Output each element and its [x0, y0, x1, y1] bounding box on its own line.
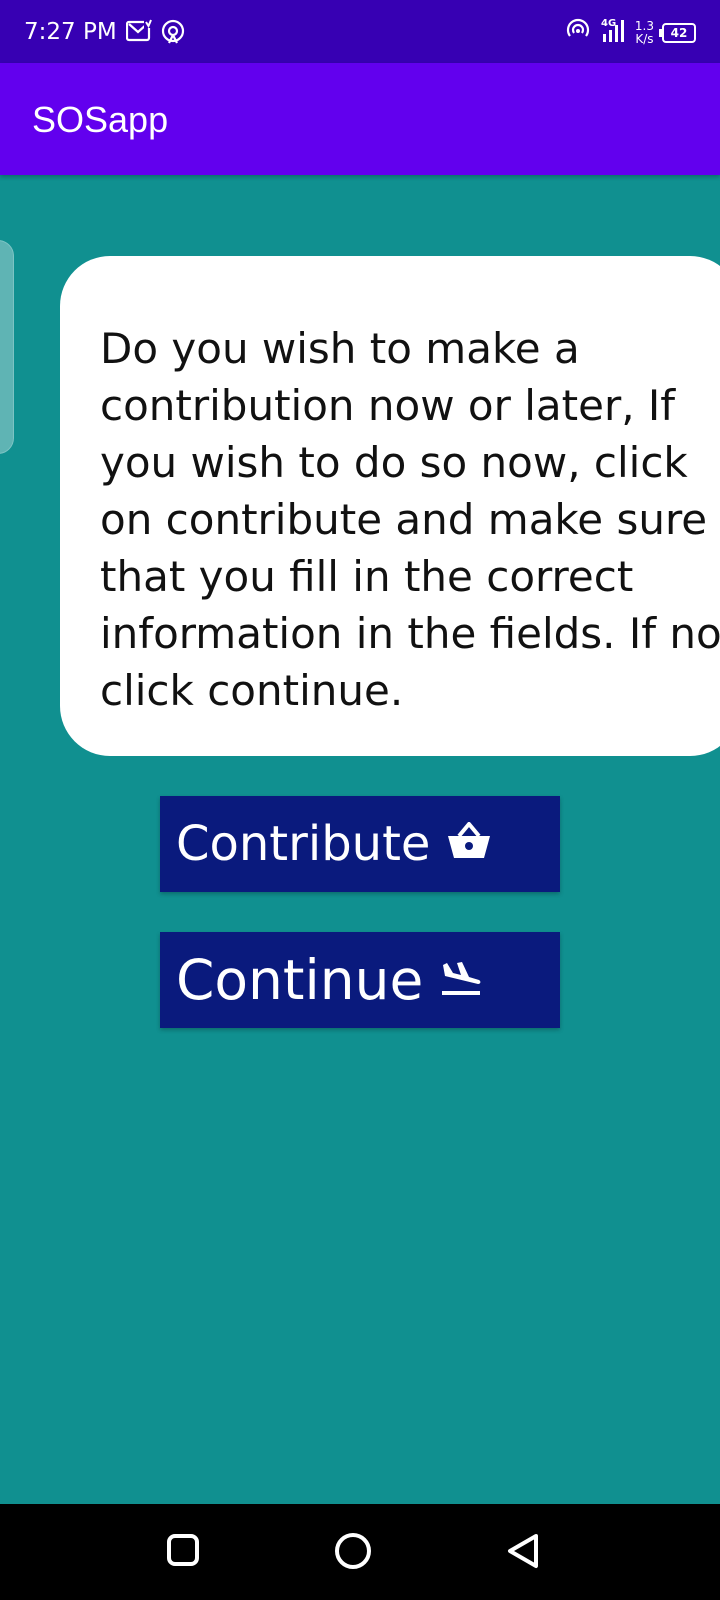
svg-text:4G: 4G	[601, 18, 616, 29]
navigation-bar	[0, 1504, 720, 1600]
status-bar: 7:27 PM 4G 1.3 K/s 42	[0, 0, 720, 63]
basket-icon	[446, 816, 492, 872]
home-icon[interactable]	[334, 1532, 372, 1575]
contribute-button[interactable]: Contribute	[160, 796, 560, 892]
network-speed-unit: K/s	[635, 31, 654, 46]
message-card: Do you wish to make a contribution now o…	[60, 256, 720, 756]
status-time: 7:27 PM	[24, 19, 117, 45]
app-title: SOSapp	[32, 99, 169, 140]
continue-button-label: Continue	[176, 948, 424, 1012]
hotspot-icon	[160, 18, 186, 49]
message-text: Do you wish to make a contribution now o…	[100, 324, 720, 715]
recent-apps-icon[interactable]	[165, 1532, 201, 1573]
gmail-icon	[125, 18, 154, 49]
contribute-button-label: Contribute	[176, 816, 431, 872]
back-icon[interactable]	[504, 1532, 542, 1575]
battery-icon: 42	[659, 22, 696, 43]
network-speed: 1.3 K/s	[634, 18, 654, 46]
status-left-icons	[125, 18, 186, 49]
flight-land-icon	[439, 948, 483, 1012]
hotspot-icon	[565, 17, 591, 48]
status-right-icons: 4G 1.3 K/s 42	[565, 16, 696, 49]
app-bar: SOSapp	[0, 63, 720, 175]
signal-4g-icon: 4G	[599, 16, 627, 49]
side-panel	[0, 240, 14, 454]
continue-button[interactable]: Continue	[160, 932, 560, 1028]
network-speed-value: 1.3	[634, 18, 654, 33]
